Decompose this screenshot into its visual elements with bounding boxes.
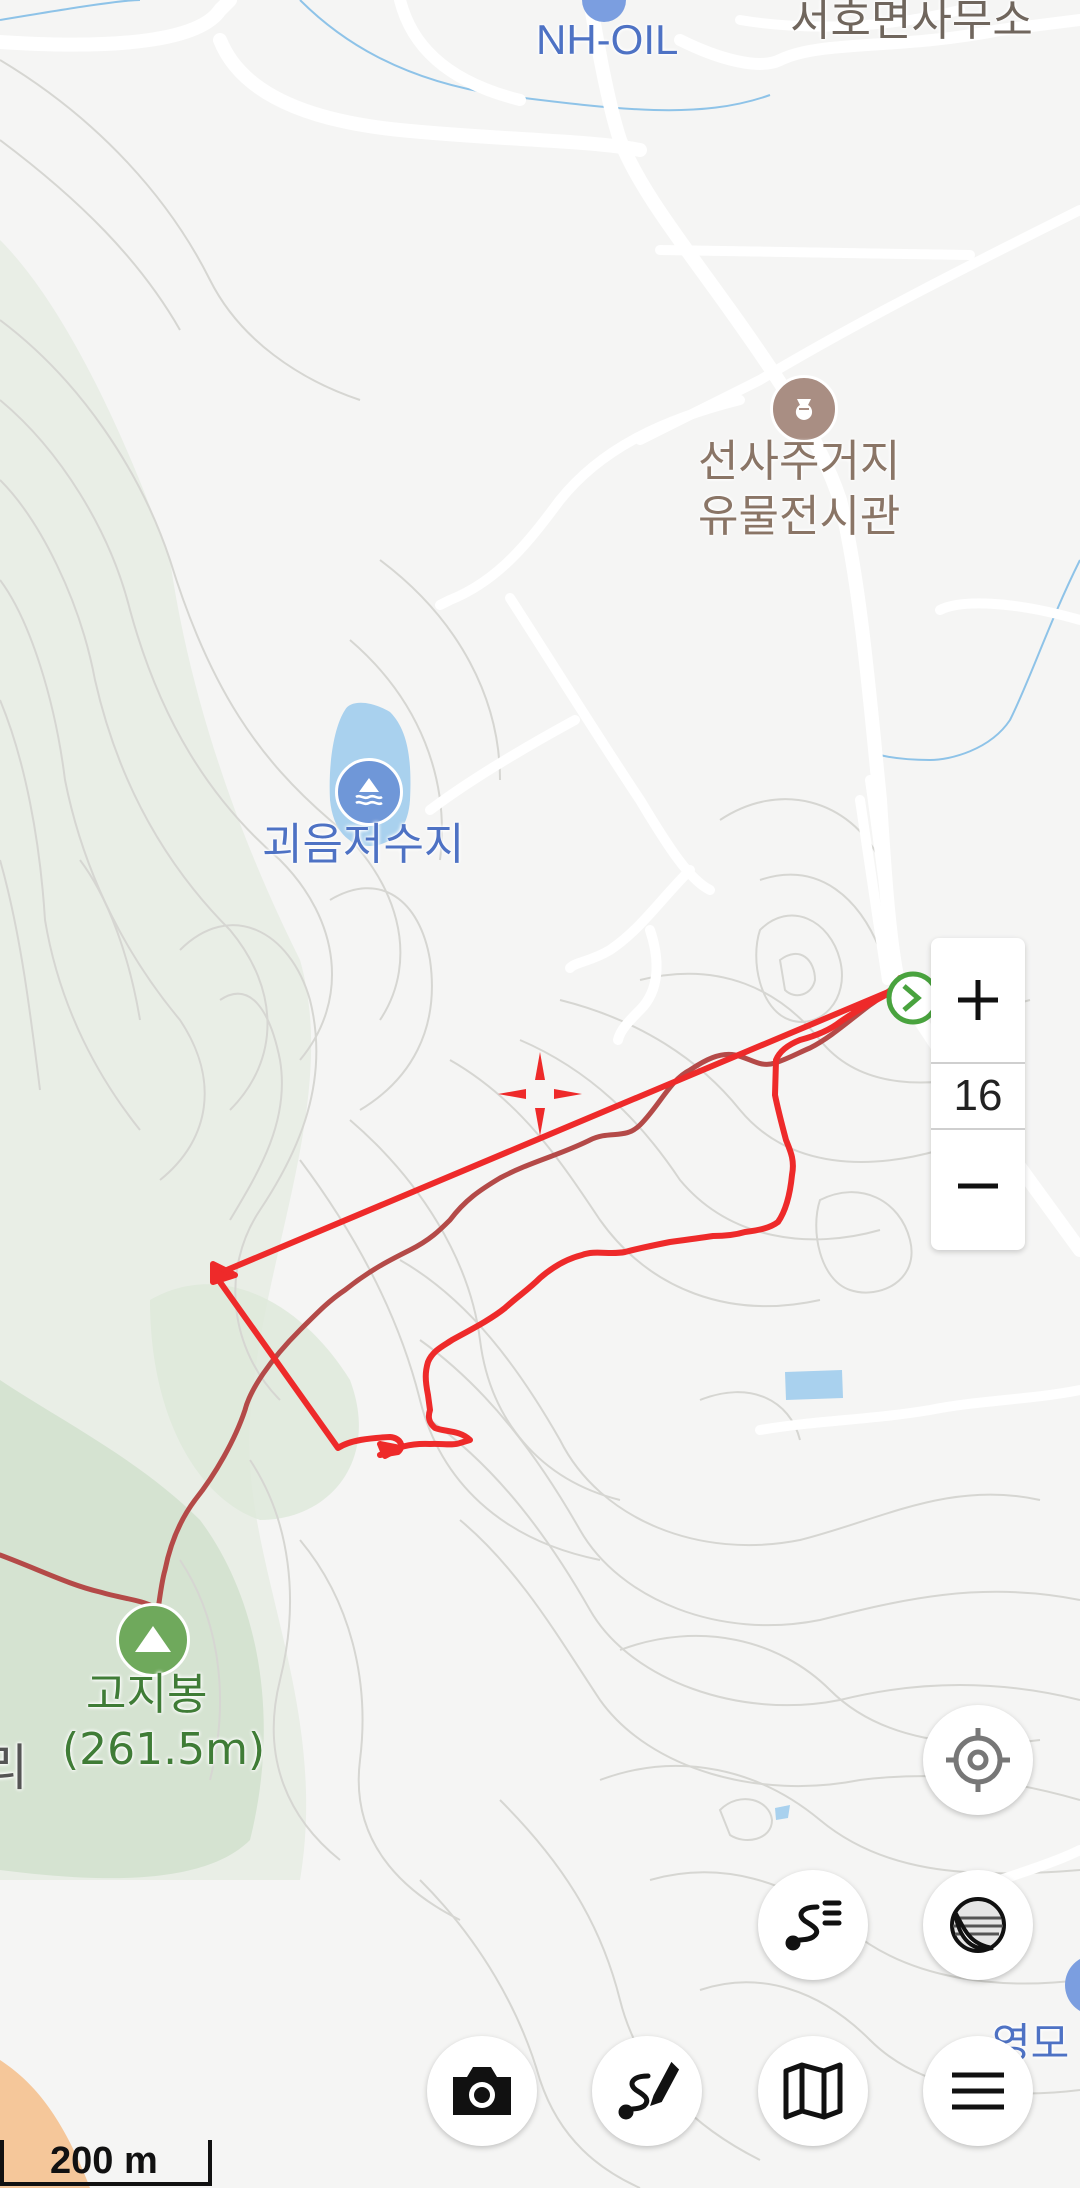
camera-button[interactable] xyxy=(427,2036,537,2146)
crosshair-location-icon xyxy=(946,1728,1010,1792)
town-office-label: 서호면사무소 xyxy=(790,0,1033,46)
zoom-out-button[interactable] xyxy=(931,1128,1025,1244)
menu-button[interactable] xyxy=(923,2036,1033,2146)
layers-icon xyxy=(950,1897,1006,1953)
peak-elevation-label: (261.5m) xyxy=(62,1724,266,1775)
water-icon[interactable] xyxy=(335,758,403,826)
terrain-shading xyxy=(0,240,359,2188)
museum-label-line1: 선사주거지 xyxy=(698,436,901,487)
zoom-in-button[interactable] xyxy=(931,942,1025,1058)
reservoir-label: 괴음저수지 xyxy=(262,819,465,870)
track-list-button[interactable] xyxy=(758,1870,868,1980)
zoom-control: 16 xyxy=(931,938,1025,1250)
plus-icon xyxy=(958,980,998,1020)
my-location-button[interactable] xyxy=(923,1705,1033,1815)
track-list-icon xyxy=(785,1900,842,1951)
left-edge-label: 리 xyxy=(0,1739,28,1797)
scale-label: 200 m xyxy=(50,2140,158,2182)
map-canvas[interactable] xyxy=(0,0,1080,2188)
museum-label-line2: 유물전시관 xyxy=(698,491,901,542)
zoom-level-indicator: 16 xyxy=(931,1062,1025,1130)
camera-icon xyxy=(453,2067,511,2115)
hamburger-menu-icon xyxy=(952,2072,1004,2110)
mountain-icon[interactable] xyxy=(116,1603,190,1677)
map-layer-button[interactable] xyxy=(923,1870,1033,1980)
minus-icon xyxy=(958,1183,998,1189)
map-select-button[interactable] xyxy=(758,2036,868,2146)
peak-name-label: 고지봉 xyxy=(86,1669,208,1720)
map-icon xyxy=(783,2062,843,2120)
museum-icon[interactable] xyxy=(770,375,838,443)
route-edit-button[interactable] xyxy=(592,2036,702,2146)
gas-station-label: NH-OIL xyxy=(536,16,679,63)
water-bodies xyxy=(329,702,843,1820)
route-edit-icon xyxy=(618,2061,680,2120)
start-marker-icon[interactable] xyxy=(886,971,940,1025)
